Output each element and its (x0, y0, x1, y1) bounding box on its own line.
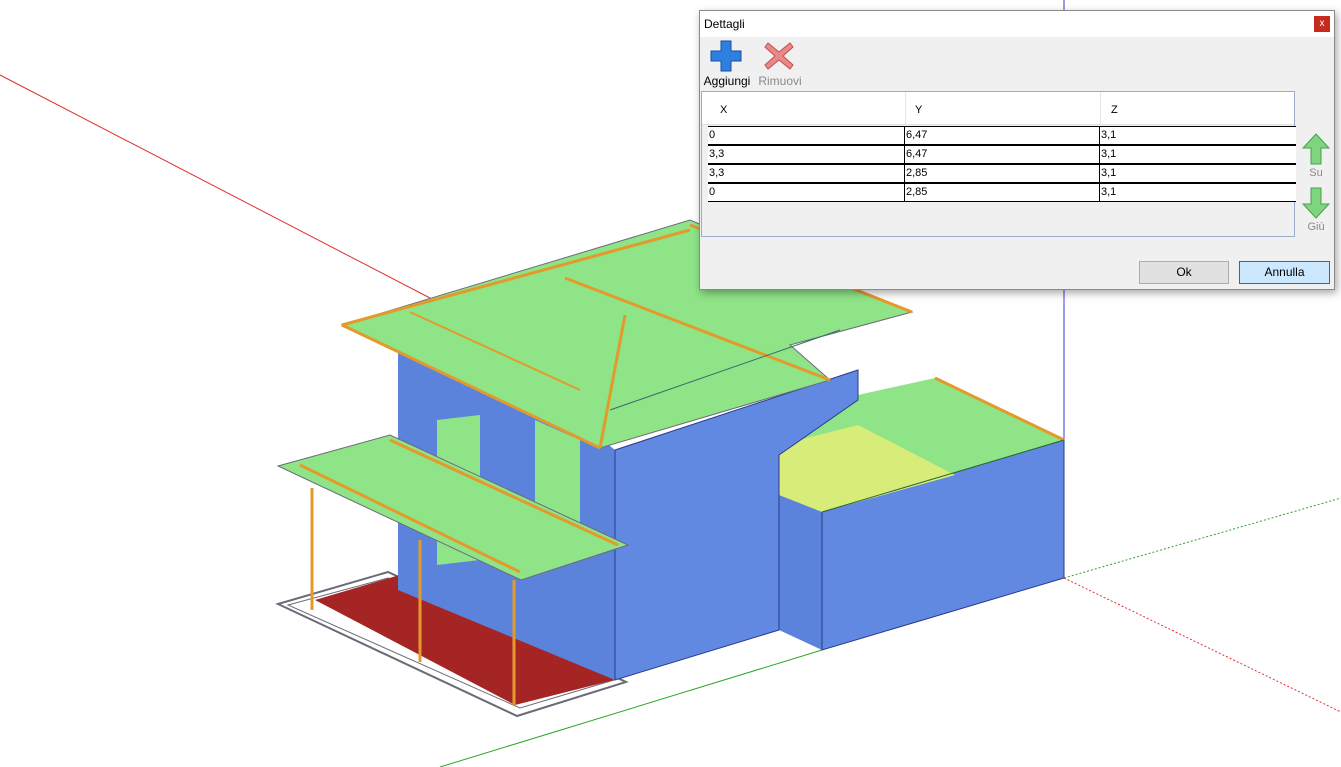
remove-x-icon (764, 42, 794, 70)
cell-y[interactable]: 6,47 (904, 146, 1099, 163)
column-header-y[interactable]: Y (915, 104, 922, 116)
column-divider (1100, 92, 1101, 124)
red-axis-dotted-line (1063, 577, 1341, 713)
table-row[interactable]: 3,3 6,47 3,1 (708, 145, 1296, 164)
cell-z[interactable]: 3,1 (1099, 165, 1294, 182)
cell-z[interactable]: 3,1 (1099, 184, 1294, 201)
dialog-titlebar: Dettagli x (700, 11, 1334, 37)
ok-button[interactable]: Ok (1139, 261, 1229, 284)
arrow-down-icon (1302, 187, 1330, 219)
red-axis-line (0, 74, 431, 299)
cell-x[interactable]: 0 (708, 127, 904, 144)
table-header: X Y Z (702, 92, 1294, 125)
cell-y[interactable]: 6,47 (904, 127, 1099, 144)
column-header-z[interactable]: Z (1111, 104, 1118, 116)
add-button[interactable]: Aggiungi (701, 39, 753, 89)
table-row[interactable]: 0 2,85 3,1 (708, 183, 1296, 202)
green-axis-dotted-line (1063, 497, 1341, 579)
cell-x[interactable]: 3,3 (708, 165, 904, 182)
move-up-button[interactable]: Su (1299, 133, 1333, 183)
cell-y[interactable]: 2,85 (904, 184, 1099, 201)
details-dialog: Dettagli x Aggiungi Rimuovi X Y Z 0 6,47… (699, 10, 1335, 290)
cell-z[interactable]: 3,1 (1099, 146, 1294, 163)
remove-button[interactable]: Rimuovi (754, 39, 806, 89)
coordinates-table: X Y Z 0 6,47 3,1 3,3 6,47 3,1 3,3 2,85 3… (701, 91, 1296, 237)
move-down-label: Giù (1307, 221, 1325, 233)
cell-z[interactable]: 3,1 (1099, 127, 1294, 144)
column-header-x[interactable]: X (720, 104, 727, 116)
add-label: Aggiungi (703, 74, 751, 88)
plus-icon (710, 40, 742, 72)
column-divider (905, 92, 906, 124)
remove-label: Rimuovi (758, 74, 802, 88)
arrow-up-icon (1302, 133, 1330, 165)
close-button[interactable]: x (1314, 16, 1330, 32)
move-down-button[interactable]: Giù (1299, 187, 1333, 237)
cell-y[interactable]: 2,85 (904, 165, 1099, 182)
dialog-title: Dettagli (704, 17, 745, 31)
table-row[interactable]: 0 6,47 3,1 (708, 126, 1296, 145)
move-up-label: Su (1309, 167, 1323, 179)
table-row[interactable]: 3,3 2,85 3,1 (708, 164, 1296, 183)
cell-x[interactable]: 0 (708, 184, 904, 201)
cell-x[interactable]: 3,3 (708, 146, 904, 163)
cancel-button[interactable]: Annulla (1239, 261, 1330, 284)
